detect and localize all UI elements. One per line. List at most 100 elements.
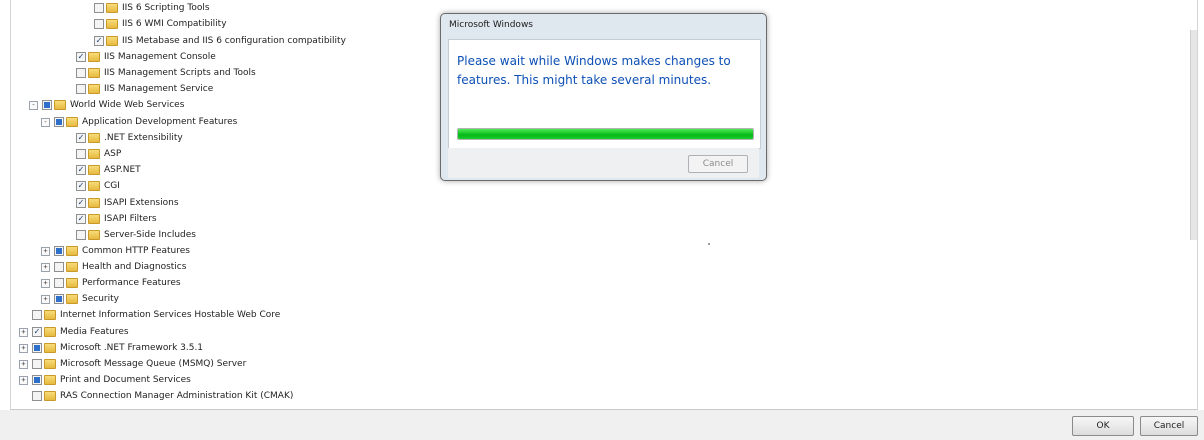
folder-icon — [88, 149, 100, 159]
feature-checkbox[interactable] — [42, 100, 52, 110]
tree-item-label: ISAPI Filters — [104, 214, 157, 224]
tree-item-label: Microsoft Message Queue (MSMQ) Server — [60, 359, 247, 369]
expand-toggle-icon[interactable]: + — [19, 375, 28, 385]
tree-item[interactable]: - Application Development Features — [41, 114, 237, 130]
folder-icon — [88, 214, 100, 224]
tree-item[interactable]: + Print and Document Services — [19, 372, 191, 388]
expand-toggle-icon[interactable]: + — [41, 262, 50, 272]
tree-item[interactable]: - World Wide Web Services — [29, 97, 184, 113]
feature-checkbox[interactable] — [76, 230, 86, 240]
feature-checkbox[interactable] — [94, 19, 104, 29]
folder-icon — [44, 310, 56, 320]
dialog-message: Please wait while Windows makes changes … — [457, 54, 731, 87]
folder-icon — [88, 165, 100, 175]
folder-icon — [44, 391, 56, 401]
expand-toggle-icon[interactable]: + — [41, 294, 50, 304]
tree-item[interactable]: IIS 6 Scripting Tools — [81, 0, 210, 16]
tree-item[interactable]: + ✓ Media Features — [19, 324, 129, 340]
feature-checkbox[interactable] — [54, 294, 64, 304]
tree-item-label: ASP — [104, 149, 122, 159]
tree-item[interactable]: + Security — [41, 291, 119, 307]
expand-toggle-icon[interactable]: + — [19, 359, 28, 369]
feature-checkbox[interactable] — [54, 262, 64, 272]
tree-item[interactable]: ✓ IIS Management Console — [63, 49, 216, 65]
feature-checkbox[interactable]: ✓ — [76, 214, 86, 224]
tree-item[interactable]: ✓ CGI — [63, 178, 120, 194]
tree-item[interactable]: + Microsoft Message Queue (MSMQ) Server — [19, 356, 246, 372]
progress-dialog: Microsoft Windows Please wait while Wind… — [440, 13, 767, 181]
tree-item-label: IIS Management Console — [104, 52, 216, 62]
folder-icon — [66, 262, 78, 272]
folder-icon — [88, 198, 100, 208]
folder-icon — [88, 230, 100, 240]
feature-checkbox[interactable] — [76, 68, 86, 78]
folder-icon — [54, 100, 66, 110]
feature-checkbox[interactable]: ✓ — [94, 36, 104, 46]
tree-item[interactable]: ✓ ISAPI Filters — [63, 211, 157, 227]
tree-item-label: Health and Diagnostics — [82, 262, 187, 272]
tree-item[interactable]: Internet Information Services Hostable W… — [19, 307, 280, 323]
tree-item-label: Media Features — [60, 327, 129, 337]
folder-icon — [106, 36, 118, 46]
tree-item[interactable]: + Performance Features — [41, 275, 181, 291]
feature-checkbox[interactable]: ✓ — [76, 198, 86, 208]
tree-item[interactable]: RAS Connection Manager Administration Ki… — [19, 388, 293, 404]
tree-item-label: Security — [82, 294, 119, 304]
folder-icon — [44, 327, 56, 337]
folder-icon — [44, 375, 56, 385]
feature-checkbox[interactable]: ✓ — [76, 165, 86, 175]
tree-item[interactable]: ✓ ISAPI Extensions — [63, 195, 179, 211]
folder-icon — [88, 52, 100, 62]
tree-item[interactable]: + Health and Diagnostics — [41, 259, 186, 275]
tree-item[interactable]: IIS Management Service — [63, 81, 213, 97]
feature-checkbox[interactable] — [54, 246, 64, 256]
feature-checkbox[interactable] — [32, 359, 42, 369]
feature-checkbox[interactable]: ✓ — [76, 52, 86, 62]
feature-checkbox[interactable] — [32, 391, 42, 401]
feature-checkbox[interactable] — [94, 3, 104, 13]
tree-item-label: Internet Information Services Hostable W… — [60, 310, 281, 320]
tree-item-label: IIS 6 WMI Compatibility — [122, 19, 227, 29]
dialog-cancel-button[interactable]: Cancel — [688, 155, 748, 173]
tree-item[interactable]: ✓ .NET Extensibility — [63, 130, 183, 146]
tree-item[interactable]: IIS Management Scripts and Tools — [63, 65, 256, 81]
feature-checkbox[interactable] — [76, 84, 86, 94]
expand-toggle-icon[interactable]: - — [29, 100, 38, 110]
tree-item[interactable]: Server-Side Includes — [63, 227, 196, 243]
dialog-title: Microsoft Windows — [449, 20, 533, 30]
tree-item[interactable]: ✓ IIS Metabase and IIS 6 configuration co… — [81, 33, 346, 49]
tree-item[interactable]: + Microsoft .NET Framework 3.5.1 — [19, 340, 203, 356]
tree-item-label: CGI — [104, 181, 120, 191]
feature-checkbox[interactable] — [54, 117, 64, 127]
tree-item-label: Common HTTP Features — [82, 246, 190, 256]
tree-item[interactable]: IIS 6 WMI Compatibility — [81, 16, 227, 32]
cursor-dot — [708, 243, 710, 245]
tree-item[interactable]: + Common HTTP Features — [41, 243, 190, 259]
tree-item-label: IIS Management Scripts and Tools — [104, 68, 256, 78]
folder-icon — [88, 84, 100, 94]
feature-checkbox[interactable] — [32, 375, 42, 385]
feature-checkbox[interactable]: ✓ — [76, 133, 86, 143]
folder-icon — [44, 359, 56, 369]
folder-icon — [66, 117, 78, 127]
ok-button[interactable]: OK — [1072, 416, 1134, 436]
expand-toggle-icon[interactable]: + — [19, 327, 28, 337]
expand-toggle-icon[interactable]: + — [19, 343, 28, 353]
tree-item[interactable]: ASP — [63, 146, 121, 162]
tree-item[interactable]: ✓ ASP.NET — [63, 162, 141, 178]
dialog-body: Please wait while Windows makes changes … — [448, 39, 761, 149]
feature-checkbox[interactable] — [32, 343, 42, 353]
feature-checkbox[interactable] — [32, 310, 42, 320]
expand-toggle-icon[interactable]: + — [41, 278, 50, 288]
expand-toggle-icon[interactable]: + — [41, 246, 50, 256]
cancel-button[interactable]: Cancel — [1140, 416, 1198, 436]
feature-checkbox[interactable] — [54, 278, 64, 288]
tree-item-label: ASP.NET — [104, 165, 141, 175]
feature-checkbox[interactable]: ✓ — [76, 181, 86, 191]
feature-checkbox[interactable] — [76, 149, 86, 159]
expand-toggle-icon[interactable]: - — [41, 117, 50, 127]
feature-checkbox[interactable]: ✓ — [32, 327, 42, 337]
folder-icon — [88, 68, 100, 78]
scrollbar-thumb[interactable] — [1190, 30, 1197, 240]
tree-item-label: Application Development Features — [82, 117, 238, 127]
